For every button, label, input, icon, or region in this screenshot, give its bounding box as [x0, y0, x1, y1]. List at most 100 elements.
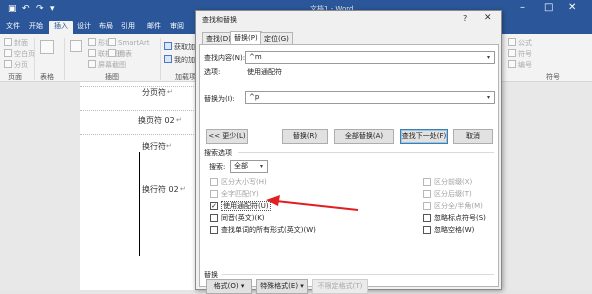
tab-insert[interactable]: 插入: [49, 21, 73, 34]
find-next-button[interactable]: 查找下一处(F): [400, 129, 448, 144]
sounds-like-label[interactable]: 同音(英文)(K): [221, 213, 265, 223]
find-label: 查找内容(N):: [204, 54, 246, 62]
match-prefix-label: 区分前缀(X): [434, 178, 473, 186]
whole-word-label: 全字匹配(Y): [221, 190, 259, 198]
arrow-head: [266, 195, 280, 206]
doc-line: 换页符 02: [138, 116, 175, 125]
store-icon: [164, 42, 172, 50]
number-icon: [508, 60, 516, 68]
group-symbols-label: 符号: [546, 73, 560, 81]
ribbon-symbol[interactable]: 符号: [508, 49, 532, 59]
save-icon[interactable]: ▣: [8, 4, 17, 14]
tab-mailings[interactable]: 邮件: [147, 21, 161, 34]
group-table-label: 表格: [40, 73, 54, 81]
replace-all-button[interactable]: 全部替换(A): [334, 129, 394, 144]
ribbon-equation[interactable]: 公式: [508, 38, 532, 48]
whole-word-checkbox: [210, 190, 218, 198]
ribbon-chart[interactable]: 图表: [108, 49, 132, 59]
replace-button[interactable]: 替换(R): [282, 129, 328, 144]
section-divider: [222, 274, 494, 275]
ribbon-smartart[interactable]: SmartArt: [108, 38, 150, 47]
wildcards-checkbox[interactable]: ✓: [210, 202, 218, 210]
less-button[interactable]: << 更少(L): [206, 129, 248, 144]
annotation-arrow: [266, 195, 359, 211]
options-label: 选项:: [204, 68, 221, 76]
page-break-line: [80, 110, 210, 111]
find-replace-dialog: 查找和替换 ? ✕ 查找(D) 替换(P) 定位(G) 查找内容(N): ^m …: [195, 10, 502, 294]
format-button[interactable]: 格式(O) ▾: [206, 279, 252, 294]
chart-icon: [108, 49, 116, 57]
redo-icon[interactable]: ↷: [36, 4, 44, 14]
ignore-punctuation-label[interactable]: 忽略标点符号(S): [434, 213, 486, 223]
undo-icon[interactable]: ↶: [22, 4, 30, 14]
page-break-icon: [4, 60, 12, 68]
replace-input-value: ^p: [249, 93, 260, 101]
match-case-label: 区分大小写(H): [221, 178, 267, 186]
match-case-checkbox: [210, 178, 218, 186]
search-label: 搜索:: [209, 163, 226, 171]
replace-panel: 查找内容(N): ^m ▾ 选项: 使用通配符 替换为(I): ^p ▾ << …: [199, 44, 499, 294]
search-direction-value: 全部: [234, 162, 248, 170]
online-pictures-icon: [88, 49, 96, 57]
tab-references[interactable]: 引用: [121, 21, 135, 34]
blank-page-icon: [4, 49, 12, 57]
chevron-down-icon[interactable]: ▾: [484, 93, 493, 102]
paragraph-mark: ↵: [167, 88, 173, 96]
help-icon[interactable]: ?: [463, 14, 467, 23]
paragraph-mark: ↵: [176, 116, 182, 124]
special-button[interactable]: 特殊格式(E) ▾: [256, 279, 308, 294]
all-word-forms-checkbox[interactable]: [210, 226, 218, 234]
chevron-down-icon[interactable]: ▾: [257, 162, 266, 171]
ribbon-number[interactable]: 编号: [508, 60, 532, 70]
window-close-icon[interactable]: ✕: [568, 2, 576, 13]
sounds-like-checkbox[interactable]: [210, 214, 218, 222]
omega-icon: [508, 49, 516, 57]
tab-layout[interactable]: 布局: [99, 21, 113, 34]
all-word-forms-label[interactable]: 查找单词的所有形式(英文)(W): [221, 225, 316, 235]
section-divider: [238, 152, 494, 153]
replace-input[interactable]: ^p ▾: [245, 91, 495, 104]
ribbon-page-break[interactable]: 分页: [4, 60, 28, 70]
addins-icon: [164, 55, 172, 63]
ignore-space-checkbox[interactable]: [423, 226, 431, 234]
ignore-punctuation-checkbox[interactable]: [423, 214, 431, 222]
tab-review[interactable]: 审阅: [170, 21, 184, 34]
dialog-title: 查找和替换: [202, 16, 237, 24]
tab-file[interactable]: 文件: [6, 21, 20, 34]
tab-replace[interactable]: 替换(P): [230, 31, 262, 45]
ribbon-separator: [64, 38, 65, 80]
table-icon: [40, 40, 54, 54]
match-suffix-checkbox: [423, 190, 431, 198]
find-input[interactable]: ^m ▾: [245, 51, 495, 64]
cancel-button[interactable]: 取消: [453, 129, 493, 144]
search-direction-select[interactable]: 全部 ▾: [230, 160, 268, 173]
minimize-icon[interactable]: –: [520, 2, 525, 13]
screenshot-icon: [88, 60, 96, 68]
paragraph-mark: ↵: [166, 142, 172, 150]
ribbon-cover[interactable]: 封面: [4, 38, 28, 48]
maximize-icon[interactable]: □: [544, 2, 553, 13]
match-width-label: 区分全/半角(M): [434, 202, 483, 210]
customize-toolbar-icon[interactable]: ▾: [50, 4, 55, 14]
match-suffix-label: 区分后缀(T): [434, 190, 472, 198]
ignore-space-label[interactable]: 忽略空格(W): [434, 225, 474, 235]
doc-line: 分页符: [142, 88, 166, 97]
doc-line: 换行符 02: [142, 185, 179, 194]
match-prefix-checkbox: [423, 178, 431, 186]
tab-design[interactable]: 设计: [77, 21, 91, 34]
no-formatting-button: 不限定格式(T): [312, 279, 368, 294]
chevron-down-icon[interactable]: ▾: [484, 53, 493, 62]
page-break-line: [80, 134, 210, 135]
ribbon-pictures[interactable]: [70, 40, 84, 53]
ribbon-table[interactable]: [40, 40, 56, 55]
text-cursor: [139, 152, 140, 196]
close-icon[interactable]: ✕: [484, 13, 492, 23]
ribbon-blank-page[interactable]: 空白页: [4, 49, 35, 59]
equation-icon: [508, 38, 516, 46]
options-value: 使用通配符: [247, 68, 282, 76]
ribbon-screenshot[interactable]: 屏幕截图: [88, 60, 126, 70]
search-options-title: 搜索选项: [204, 149, 232, 157]
tab-home[interactable]: 开始: [29, 21, 43, 34]
cover-page-icon: [4, 38, 12, 46]
group-addins-label: 加载项: [175, 73, 196, 81]
